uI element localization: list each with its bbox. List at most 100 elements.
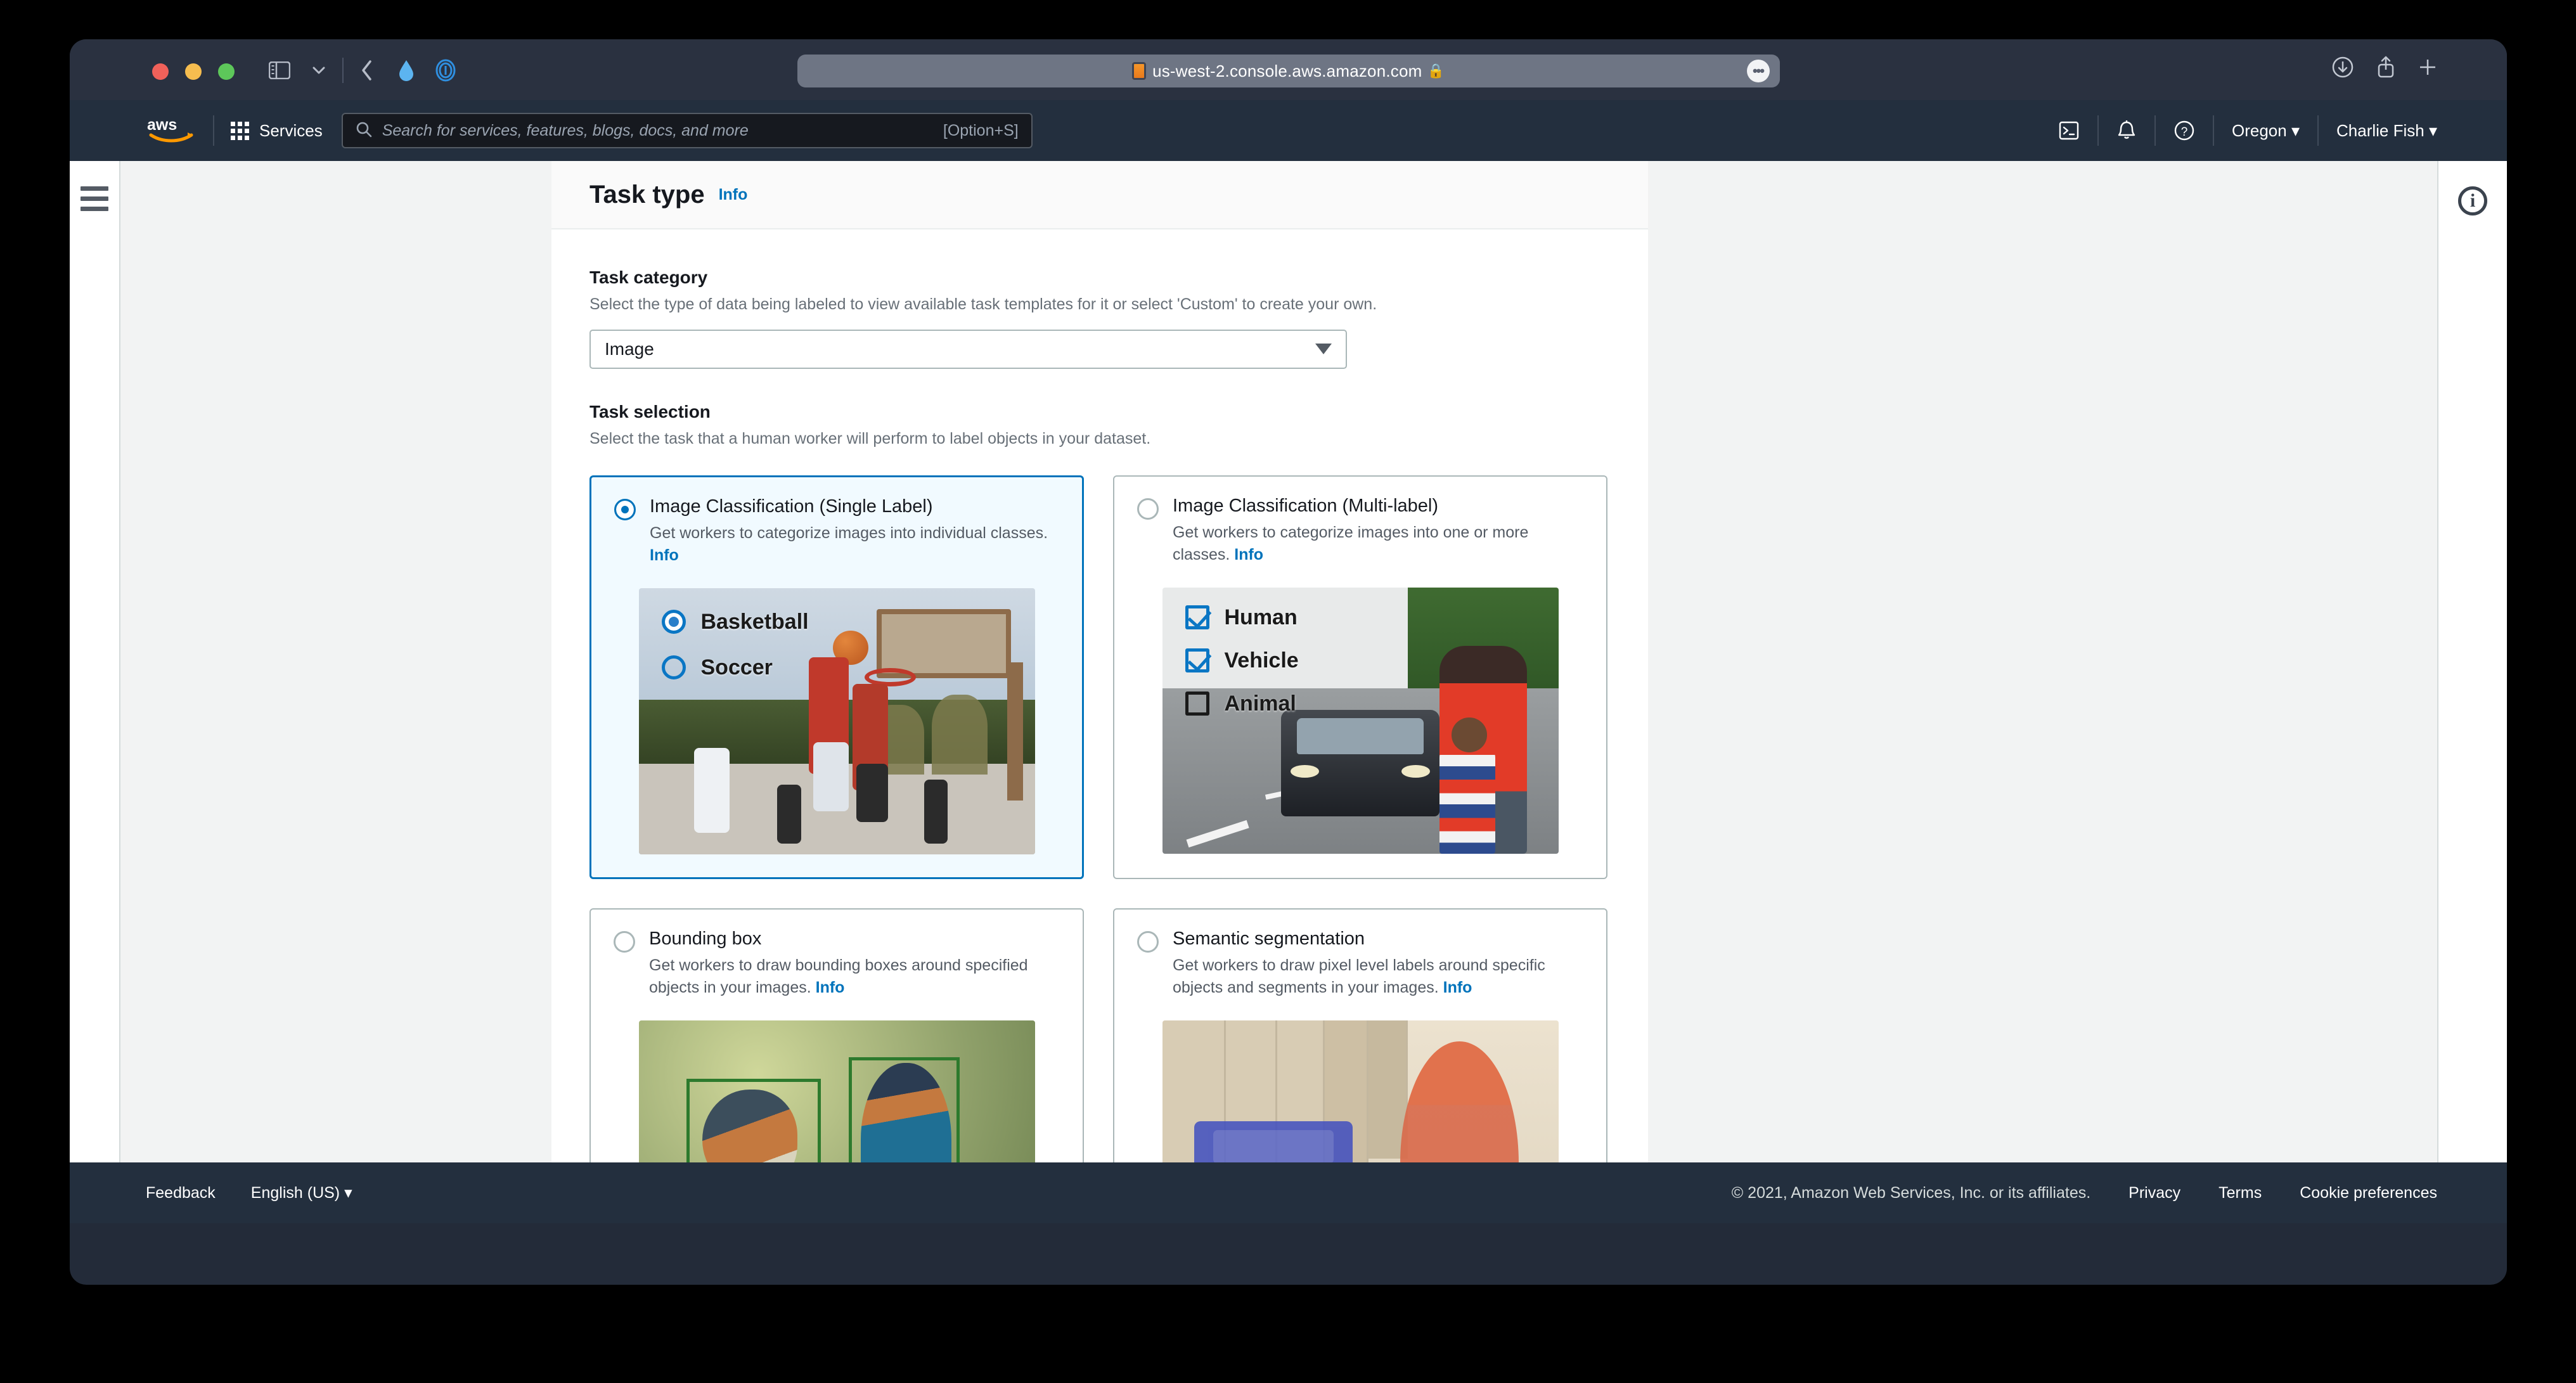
card-info-link[interactable]: Info xyxy=(816,979,845,996)
feedback-link[interactable]: Feedback xyxy=(146,1184,216,1202)
nav-divider xyxy=(2154,115,2156,146)
info-circle-icon[interactable]: i xyxy=(2458,186,2487,215)
nav-divider xyxy=(2212,115,2214,146)
task-card-grid: Image Classification (Single Label) Get … xyxy=(589,475,1610,1162)
radio-button[interactable] xyxy=(614,498,636,520)
radio-button[interactable] xyxy=(614,930,635,953)
card-info-link[interactable]: Info xyxy=(1234,546,1263,563)
task-selection-label: Task selection xyxy=(589,401,711,421)
search-shortcut: [Option+S] xyxy=(943,121,1019,139)
task-category-section: Task category Select the type of data be… xyxy=(589,267,1610,369)
services-menu[interactable]: Services xyxy=(231,121,323,141)
two-birds-on-branch-photo xyxy=(638,1020,1035,1162)
checkbox-icon xyxy=(1185,648,1209,672)
checkbox-icon xyxy=(1185,605,1209,629)
task-card-bounding-box[interactable]: Bounding box Get workers to draw boundin… xyxy=(589,908,1084,1162)
card-description: Get workers to draw bounding boxes aroun… xyxy=(649,955,1060,999)
safari-window: us-west-2.console.aws.amazon.com 🔒 ••• a… xyxy=(70,39,2507,1285)
search-input[interactable]: Search for services, features, blogs, do… xyxy=(341,113,1033,148)
task-category-value: Image xyxy=(605,338,654,359)
aws-favicon xyxy=(1132,62,1147,80)
privacy-link[interactable]: Privacy xyxy=(2128,1184,2180,1202)
overlay-label: Animal xyxy=(1224,691,1296,716)
card-description: Get workers to draw pixel level labels a… xyxy=(1173,955,1583,999)
bounding-box xyxy=(848,1057,960,1162)
downloads-icon[interactable] xyxy=(2332,56,2354,81)
task-category-select[interactable]: Image xyxy=(589,329,1347,369)
cookie-preferences-link[interactable]: Cookie preferences xyxy=(2300,1184,2437,1202)
overlay-option-human[interactable]: Human xyxy=(1185,605,1298,630)
overlay-option-vehicle[interactable]: Vehicle xyxy=(1185,648,1299,673)
account-label: Charlie Fish xyxy=(2336,120,2425,140)
card-info-link[interactable]: Info xyxy=(650,546,679,564)
card-description-text: Get workers to categorize images into on… xyxy=(1173,523,1529,563)
card-description-text: Get workers to draw pixel level labels a… xyxy=(1173,956,1545,996)
aws-logo[interactable]: aws xyxy=(146,115,196,147)
radio-button[interactable] xyxy=(1137,930,1159,953)
card-info-link[interactable]: Info xyxy=(1443,979,1472,996)
region-label: Oregon xyxy=(2231,120,2287,140)
bounding-box xyxy=(686,1078,821,1162)
share-icon[interactable] xyxy=(2376,56,2395,82)
aws-console-nav: aws Services Search for services, featur… xyxy=(70,100,2507,161)
radio-icon xyxy=(661,655,686,679)
panel-header: Task type Info xyxy=(551,161,1648,229)
cloudshell-icon[interactable] xyxy=(2058,120,2080,141)
help-panel: i xyxy=(2437,161,2507,1162)
language-selector[interactable]: English (US) ▾ xyxy=(251,1183,352,1202)
region-selector[interactable]: Oregon ▾ xyxy=(2232,121,2300,141)
account-menu[interactable]: Charlie Fish ▾ xyxy=(2336,121,2437,141)
nav-divider xyxy=(2317,115,2319,146)
task-type-panel: Task type Info Task category Select the … xyxy=(551,161,1648,1162)
grid-icon xyxy=(231,121,249,140)
terms-link[interactable]: Terms xyxy=(2219,1184,2262,1202)
lock-icon: 🔒 xyxy=(1427,63,1445,79)
hamburger-menu-icon[interactable] xyxy=(76,186,113,211)
left-sidebar xyxy=(70,161,120,1162)
task-card-image-classification-single-label[interactable]: Image Classification (Single Label) Get … xyxy=(589,475,1084,879)
card-description: Get workers to categorize images into in… xyxy=(650,522,1059,567)
card-title: Semantic segmentation xyxy=(1173,928,1365,949)
task-category-description: Select the type of data being labeled to… xyxy=(589,295,1377,313)
page-title: Task type xyxy=(589,180,705,209)
svg-text:?: ? xyxy=(2181,125,2188,139)
chevron-down-icon xyxy=(1315,344,1332,355)
overlay-label: Soccer xyxy=(700,655,773,679)
nav-divider xyxy=(2097,115,2099,146)
card-title: Image Classification (Multi-label) xyxy=(1173,495,1439,516)
new-tab-icon[interactable] xyxy=(2418,58,2437,80)
svg-text:aws: aws xyxy=(147,116,177,134)
url-text: us-west-2.console.aws.amazon.com xyxy=(1152,61,1422,80)
overlay-option-basketball[interactable]: Basketball xyxy=(661,609,809,634)
overlay-option-animal[interactable]: Animal xyxy=(1185,692,1296,716)
services-label: Services xyxy=(259,120,323,140)
more-icon[interactable]: ••• xyxy=(1746,60,1770,82)
task-selection-section: Task selection Select the task that a hu… xyxy=(589,402,1610,1162)
search-placeholder: Search for services, features, blogs, do… xyxy=(382,121,749,139)
road-car-pedestrians-photo: Human Vehicle Animal xyxy=(1162,587,1559,854)
page-body: Task type Info Task category Select the … xyxy=(70,161,2507,1162)
card-title: Bounding box xyxy=(649,928,762,949)
overlay-label: Vehicle xyxy=(1224,648,1299,672)
page-footer: Feedback English (US) ▾ © 2021, Amazon W… xyxy=(70,1162,2507,1223)
overlay-option-soccer[interactable]: Soccer xyxy=(661,655,773,680)
card-description: Get workers to categorize images into on… xyxy=(1173,522,1583,566)
checkbox-icon xyxy=(1185,692,1209,716)
task-category-label: Task category xyxy=(589,267,708,287)
card-description-text: Get workers to categorize images into in… xyxy=(650,524,1048,542)
card-title: Image Classification (Single Label) xyxy=(650,496,933,517)
address-bar[interactable]: us-west-2.console.aws.amazon.com 🔒 ••• xyxy=(797,55,1780,87)
segmentation-mask-car xyxy=(1194,1121,1353,1162)
copyright-text: © 2021, Amazon Web Services, Inc. or its… xyxy=(1731,1183,2091,1202)
street-woman-car-photo xyxy=(1162,1020,1559,1162)
main-content: Task type Info Task category Select the … xyxy=(120,161,2507,1162)
bell-icon[interactable] xyxy=(2116,120,2137,141)
task-card-semantic-segmentation[interactable]: Semantic segmentation Get workers to dra… xyxy=(1113,908,1607,1162)
question-circle-icon[interactable]: ? xyxy=(2174,120,2195,141)
page-info-link[interactable]: Info xyxy=(719,186,748,204)
overlay-label: Human xyxy=(1224,605,1298,629)
radio-button[interactable] xyxy=(1137,498,1159,520)
overlay-label: Basketball xyxy=(700,609,809,634)
nav-divider xyxy=(213,115,214,146)
task-card-image-classification-multi-label[interactable]: Image Classification (Multi-label) Get w… xyxy=(1113,475,1607,879)
